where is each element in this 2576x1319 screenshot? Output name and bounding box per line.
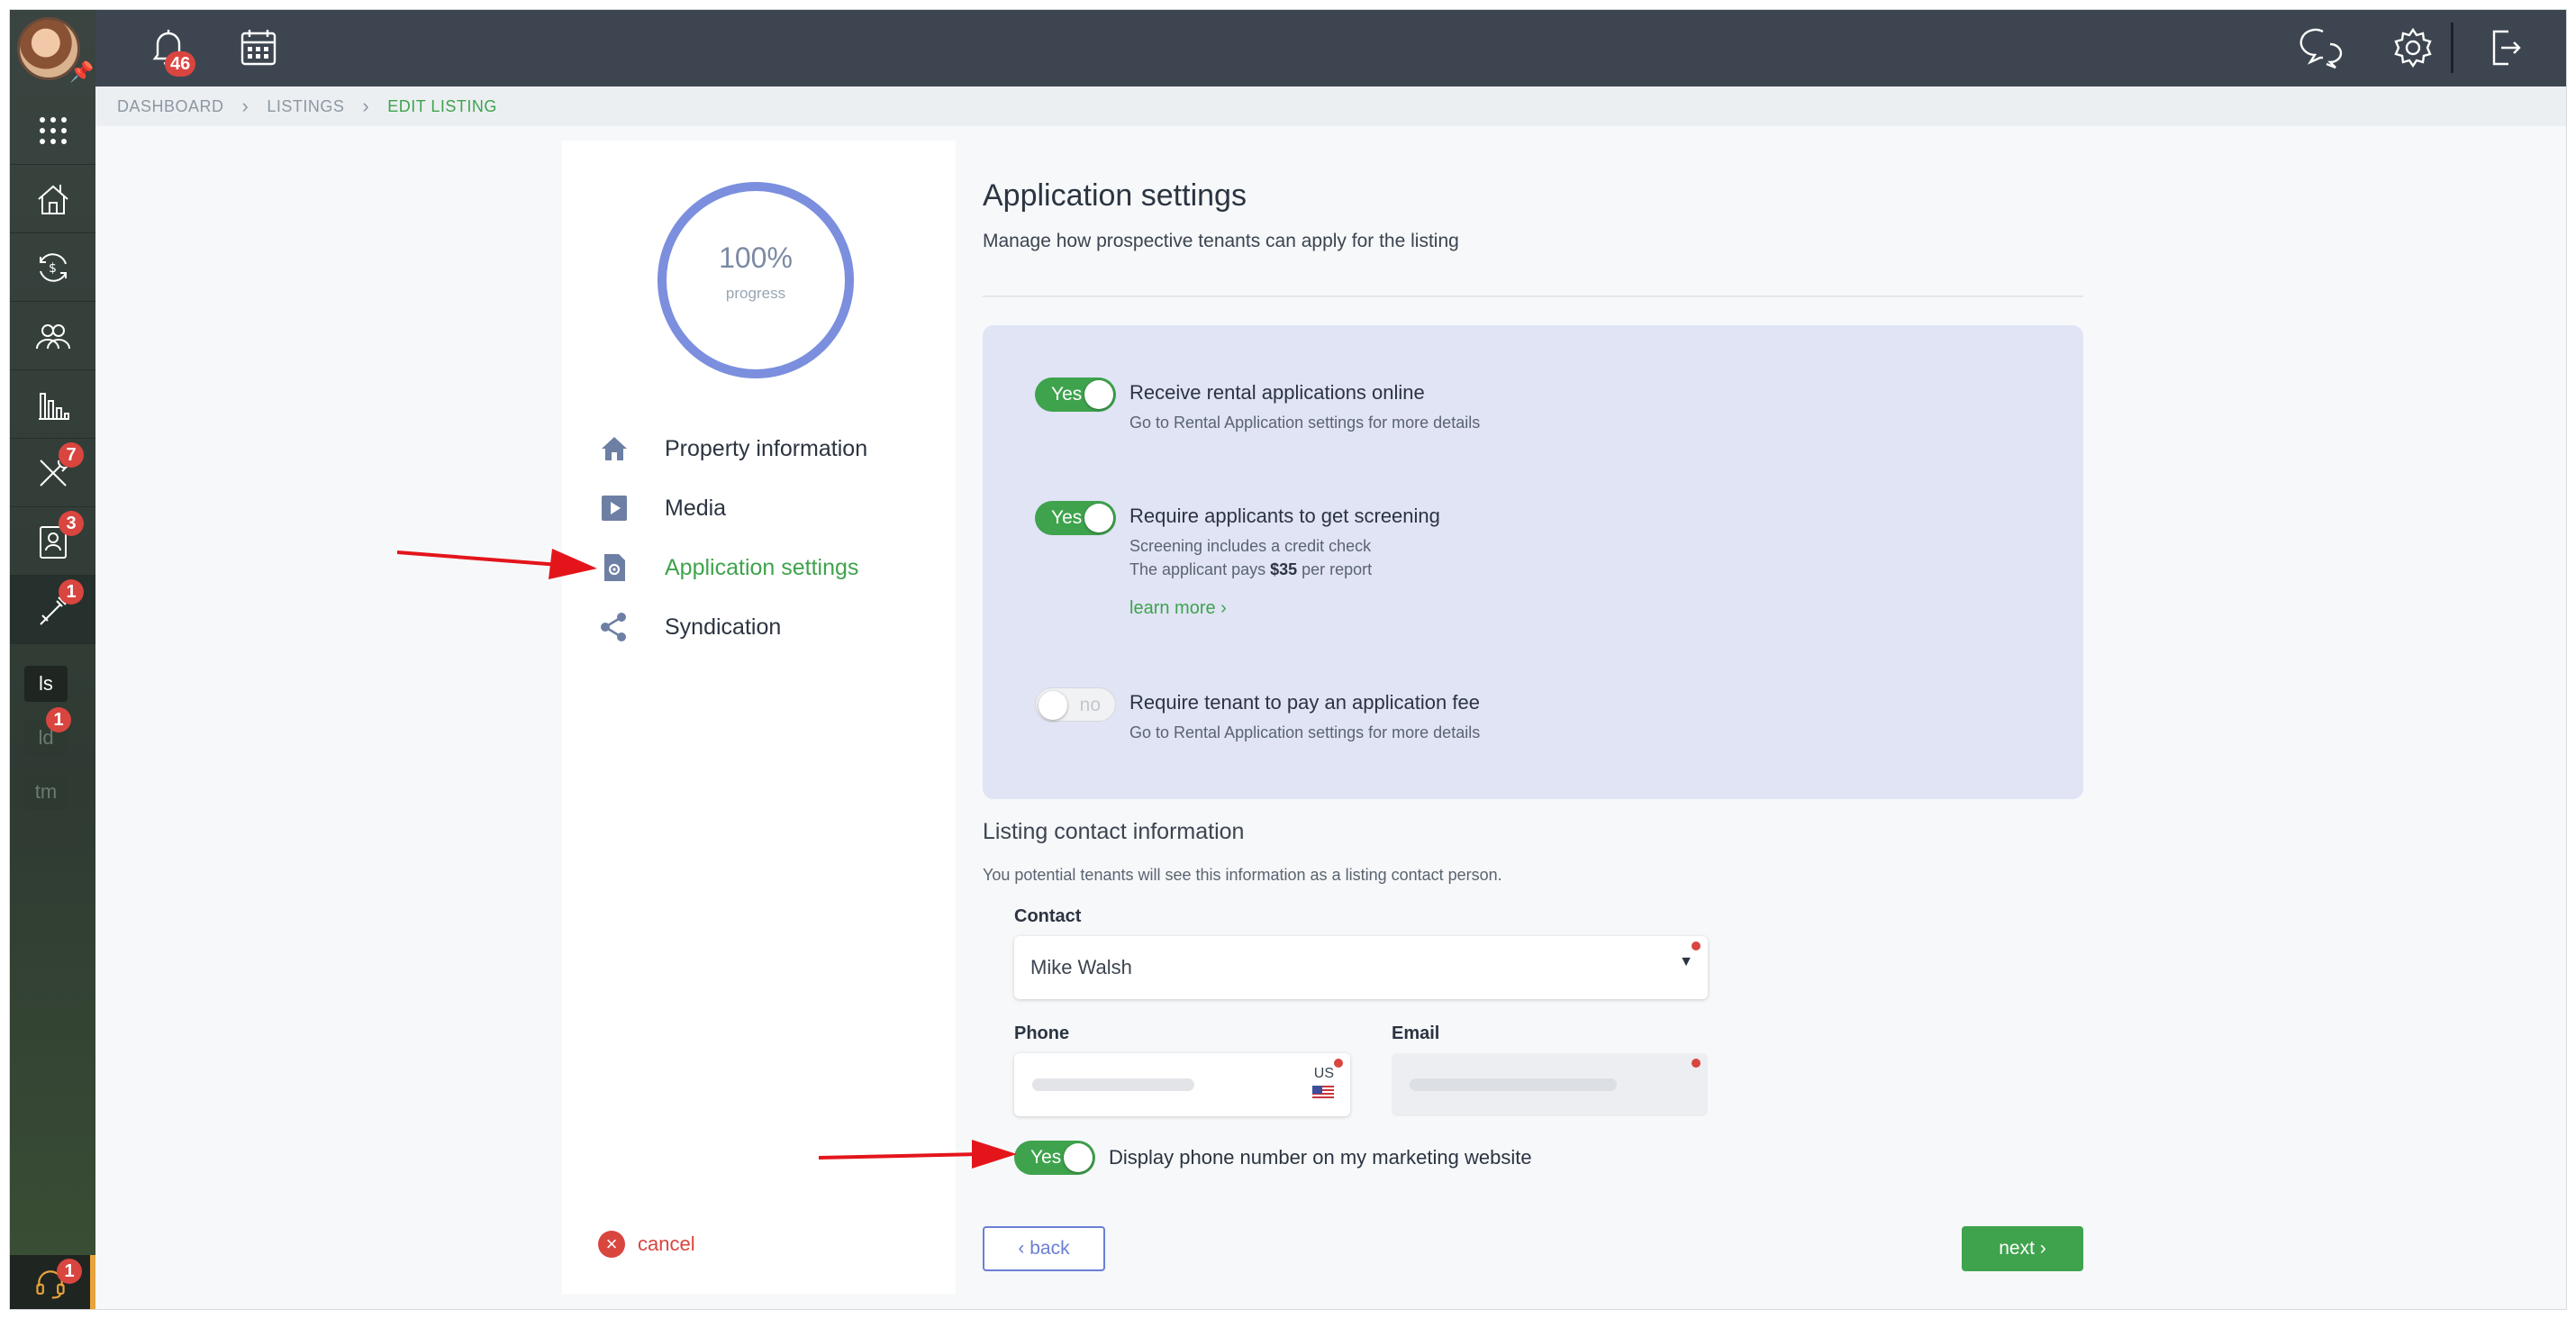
divider xyxy=(983,296,2083,297)
option-note: Go to Rental Application settings for mo… xyxy=(1129,414,1481,432)
phone-label: Phone xyxy=(1014,1023,1070,1043)
topbar-divider xyxy=(2451,23,2454,73)
breadcrumb-edit-listing: EDIT LISTING xyxy=(387,96,497,115)
sidebar-item-people[interactable] xyxy=(10,302,95,370)
chevron-right-icon: › xyxy=(362,95,370,117)
app-window: 46 📌 $ 7 3 1 ls ld 1 tm 1 DASHBOARD › LI… xyxy=(9,9,2567,1310)
contact-label: Contact xyxy=(1014,906,1082,926)
back-button[interactable]: ‹ back xyxy=(983,1226,1105,1271)
ld-badge: 1 xyxy=(46,707,71,732)
share-icon xyxy=(601,613,626,641)
bell-icon[interactable]: 46 xyxy=(145,24,196,77)
contact-value: Mike Walsh xyxy=(1030,956,1132,978)
support-button[interactable]: 1 xyxy=(10,1255,95,1309)
progress-ring xyxy=(658,182,854,378)
step-syndication[interactable]: Syndication xyxy=(598,609,940,645)
require-screening-toggle[interactable]: Yes xyxy=(1035,501,1116,535)
application-options-panel: Yes Receive rental applications online G… xyxy=(983,325,2083,799)
support-badge: 1 xyxy=(57,1259,82,1284)
application-fee-toggle[interactable]: no xyxy=(1035,687,1116,722)
step-label: Property information xyxy=(665,435,868,461)
sidebar-item-tenants[interactable]: 3 xyxy=(10,507,95,576)
cancel-label: cancel xyxy=(638,1233,695,1255)
cancel-button[interactable]: × cancel xyxy=(598,1231,695,1258)
option-title: Receive rental applications online xyxy=(1129,381,1425,404)
progress-value: 100% xyxy=(719,241,793,274)
option-title: Require tenant to pay an application fee xyxy=(1129,691,1480,714)
step-property-information[interactable]: Property information xyxy=(598,431,940,467)
step-label: Syndication xyxy=(665,614,782,640)
home-icon xyxy=(602,437,627,460)
breadcrumb: DASHBOARD › LISTINGS › EDIT LISTING xyxy=(95,86,2566,126)
svg-text:$: $ xyxy=(49,261,57,276)
required-dot xyxy=(1334,1059,1343,1068)
option-note: Go to Rental Application settings for mo… xyxy=(1129,723,1481,741)
people-icon xyxy=(35,323,70,349)
annotation-arrow-icon xyxy=(397,549,597,579)
step-application-settings[interactable]: Application settings xyxy=(598,550,940,586)
page-subtitle: Manage how prospective tenants can apply… xyxy=(983,231,1459,251)
next-button[interactable]: next › xyxy=(1962,1226,2083,1271)
progress-label: progress xyxy=(725,285,786,302)
tools-badge: 1 xyxy=(59,579,84,605)
close-icon: × xyxy=(598,1231,625,1258)
breadcrumb-listings[interactable]: LISTINGS xyxy=(267,97,344,116)
breadcrumb-dashboard[interactable]: DASHBOARD xyxy=(117,97,224,116)
sidebar: 📌 $ 7 3 1 ls ld 1 tm 1 xyxy=(10,10,95,1309)
pin-icon[interactable]: 📌 xyxy=(69,60,94,84)
caret-down-icon: ▼ xyxy=(1679,954,1693,969)
step-media[interactable]: Media xyxy=(598,490,940,526)
steps-card: 100% progress Property information Media… xyxy=(562,141,956,1294)
top-bar: 46 xyxy=(10,10,2566,86)
sidebar-item-apps[interactable] xyxy=(10,96,95,165)
logout-icon[interactable] xyxy=(2481,24,2528,71)
notifications-badge: 46 xyxy=(165,51,196,77)
receive-online-toggle[interactable]: Yes xyxy=(1035,378,1116,412)
sidebar-item-maintenance[interactable]: 7 xyxy=(10,439,95,507)
contact-description: You potential tenants will see this info… xyxy=(983,866,1502,884)
calendar-icon[interactable] xyxy=(235,24,282,71)
tenants-badge: 3 xyxy=(59,511,84,536)
email-label: Email xyxy=(1392,1023,1440,1043)
annotation-arrow-icon xyxy=(819,1140,1017,1169)
house-icon xyxy=(37,184,68,214)
gear-icon[interactable] xyxy=(2390,24,2436,71)
phone-input[interactable]: US xyxy=(1014,1053,1350,1116)
option-note: Screening includes a credit check xyxy=(1129,537,1372,555)
chevron-right-icon: › xyxy=(241,95,249,117)
phone-country[interactable]: US xyxy=(1314,1066,1334,1082)
phone-value-redacted xyxy=(1032,1078,1194,1091)
required-dot xyxy=(1692,1059,1701,1068)
sidebar-item-reports[interactable] xyxy=(10,370,95,439)
step-label: Application settings xyxy=(665,554,859,580)
sidebar-item-properties[interactable] xyxy=(10,165,95,233)
display-phone-label: Display phone number on my marketing web… xyxy=(1109,1146,1532,1169)
main-content: Application settings Manage how prospect… xyxy=(983,141,2083,1309)
page-title: Application settings xyxy=(983,178,1247,213)
play-icon xyxy=(602,496,627,521)
contact-select[interactable]: Mike Walsh ▼ xyxy=(1014,936,1708,999)
grid-icon xyxy=(39,116,67,144)
step-label: Media xyxy=(665,495,727,521)
chat-icon[interactable] xyxy=(2299,24,2346,71)
screening-price-note: The applicant pays $35 per report xyxy=(1129,560,1373,578)
sidebar-item-tools[interactable]: 1 xyxy=(10,576,95,644)
email-value-redacted xyxy=(1410,1078,1617,1091)
learn-more-link[interactable]: learn more › xyxy=(1129,598,1227,619)
sidebar-item-payments[interactable]: $ xyxy=(10,233,95,302)
email-input[interactable] xyxy=(1392,1053,1708,1116)
us-flag-icon xyxy=(1312,1086,1334,1100)
contact-heading: Listing contact information xyxy=(983,819,1245,844)
required-dot xyxy=(1692,941,1701,951)
maintenance-badge: 7 xyxy=(59,442,84,468)
option-title: Require applicants to get screening xyxy=(1129,505,1440,527)
sidebar-tag-tm[interactable]: tm xyxy=(24,774,68,810)
sidebar-tag-ls[interactable]: ls xyxy=(24,666,68,702)
display-phone-toggle[interactable]: Yes xyxy=(1014,1141,1095,1175)
bar-chart-icon xyxy=(38,392,69,420)
money-cycle-icon: $ xyxy=(39,252,67,282)
